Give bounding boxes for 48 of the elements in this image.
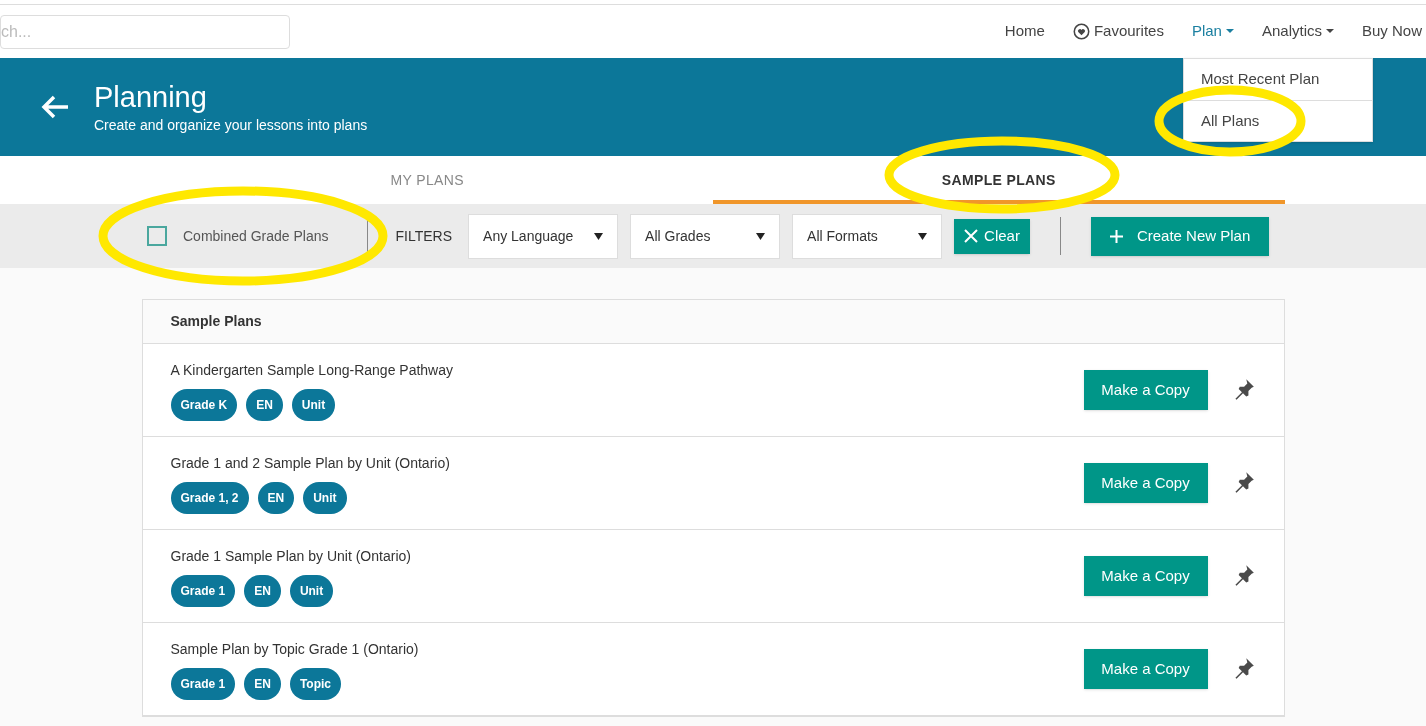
nav-link[interactable]: Favourites bbox=[1072, 20, 1164, 43]
caret-icon bbox=[1225, 29, 1234, 34]
caret-icon bbox=[1325, 29, 1334, 34]
page-subtitle: Create and organize your lessons into plans bbox=[94, 115, 368, 135]
make-copy-button[interactable]: Make a Copy bbox=[1083, 370, 1208, 410]
plus-icon bbox=[1109, 229, 1123, 243]
tag: EN bbox=[244, 667, 281, 700]
caret-icon bbox=[594, 232, 604, 240]
tag: EN bbox=[257, 481, 295, 514]
make-copy-button[interactable]: Make a Copy bbox=[1083, 649, 1208, 689]
tag: Grade 1, 2 bbox=[170, 481, 249, 514]
tag: Grade K bbox=[170, 388, 238, 421]
close-icon bbox=[964, 229, 979, 243]
filters-label: FILTERS bbox=[395, 226, 453, 246]
nav-link[interactable]: Home bbox=[1004, 20, 1045, 43]
checkbox[interactable] bbox=[147, 226, 167, 246]
tag: Grade 1 bbox=[170, 667, 236, 700]
search-field[interactable]: ch... bbox=[0, 14, 290, 49]
clear-button[interactable]: Clear bbox=[954, 218, 1030, 254]
plan-title[interactable]: Grade 1 Sample Plan by Unit (Ontario) bbox=[170, 545, 1084, 567]
select-dropdown[interactable]: All Formats bbox=[792, 213, 943, 259]
select-dropdown[interactable]: Any Language bbox=[468, 213, 619, 259]
nav-link[interactable]: Buy Now bbox=[1361, 20, 1422, 43]
select-dropdown[interactable]: All Grades bbox=[630, 213, 781, 259]
make-copy-button[interactable]: Make a Copy bbox=[1083, 556, 1208, 596]
caret-icon bbox=[756, 232, 766, 240]
menu-item[interactable]: All Plans bbox=[1184, 100, 1372, 141]
tag: Grade 1 bbox=[170, 574, 236, 607]
tag: Unit bbox=[289, 574, 334, 607]
plan-title[interactable]: Grade 1 and 2 Sample Plan by Unit (Ontario) bbox=[170, 452, 1084, 474]
tag: EN bbox=[244, 574, 281, 607]
card-title: Sample Plans bbox=[170, 312, 262, 331]
nav-link[interactable]: Plan bbox=[1191, 20, 1234, 43]
nav-link[interactable]: Analytics bbox=[1261, 20, 1334, 43]
page-title: Planning bbox=[94, 79, 208, 115]
tag: EN bbox=[246, 388, 283, 421]
tab[interactable]: MY PLANS bbox=[141, 156, 713, 204]
make-copy-button[interactable]: Make a Copy bbox=[1083, 463, 1208, 503]
plan-title[interactable]: A Kindergarten Sample Long-Range Pathway bbox=[170, 359, 1084, 381]
plan-title[interactable]: Sample Plan by Topic Grade 1 (Ontario) bbox=[170, 638, 1084, 660]
tag: Topic bbox=[289, 667, 341, 700]
checkbox-label: Combined Grade Plans bbox=[183, 226, 329, 246]
create-plan-button[interactable]: Create New Plan bbox=[1090, 216, 1270, 256]
back-arrow-icon[interactable] bbox=[40, 94, 70, 120]
caret-icon bbox=[918, 232, 928, 240]
tag: Unit bbox=[291, 388, 336, 421]
tag: Unit bbox=[303, 481, 347, 514]
menu-item[interactable]: Most Recent Plan bbox=[1184, 59, 1372, 100]
